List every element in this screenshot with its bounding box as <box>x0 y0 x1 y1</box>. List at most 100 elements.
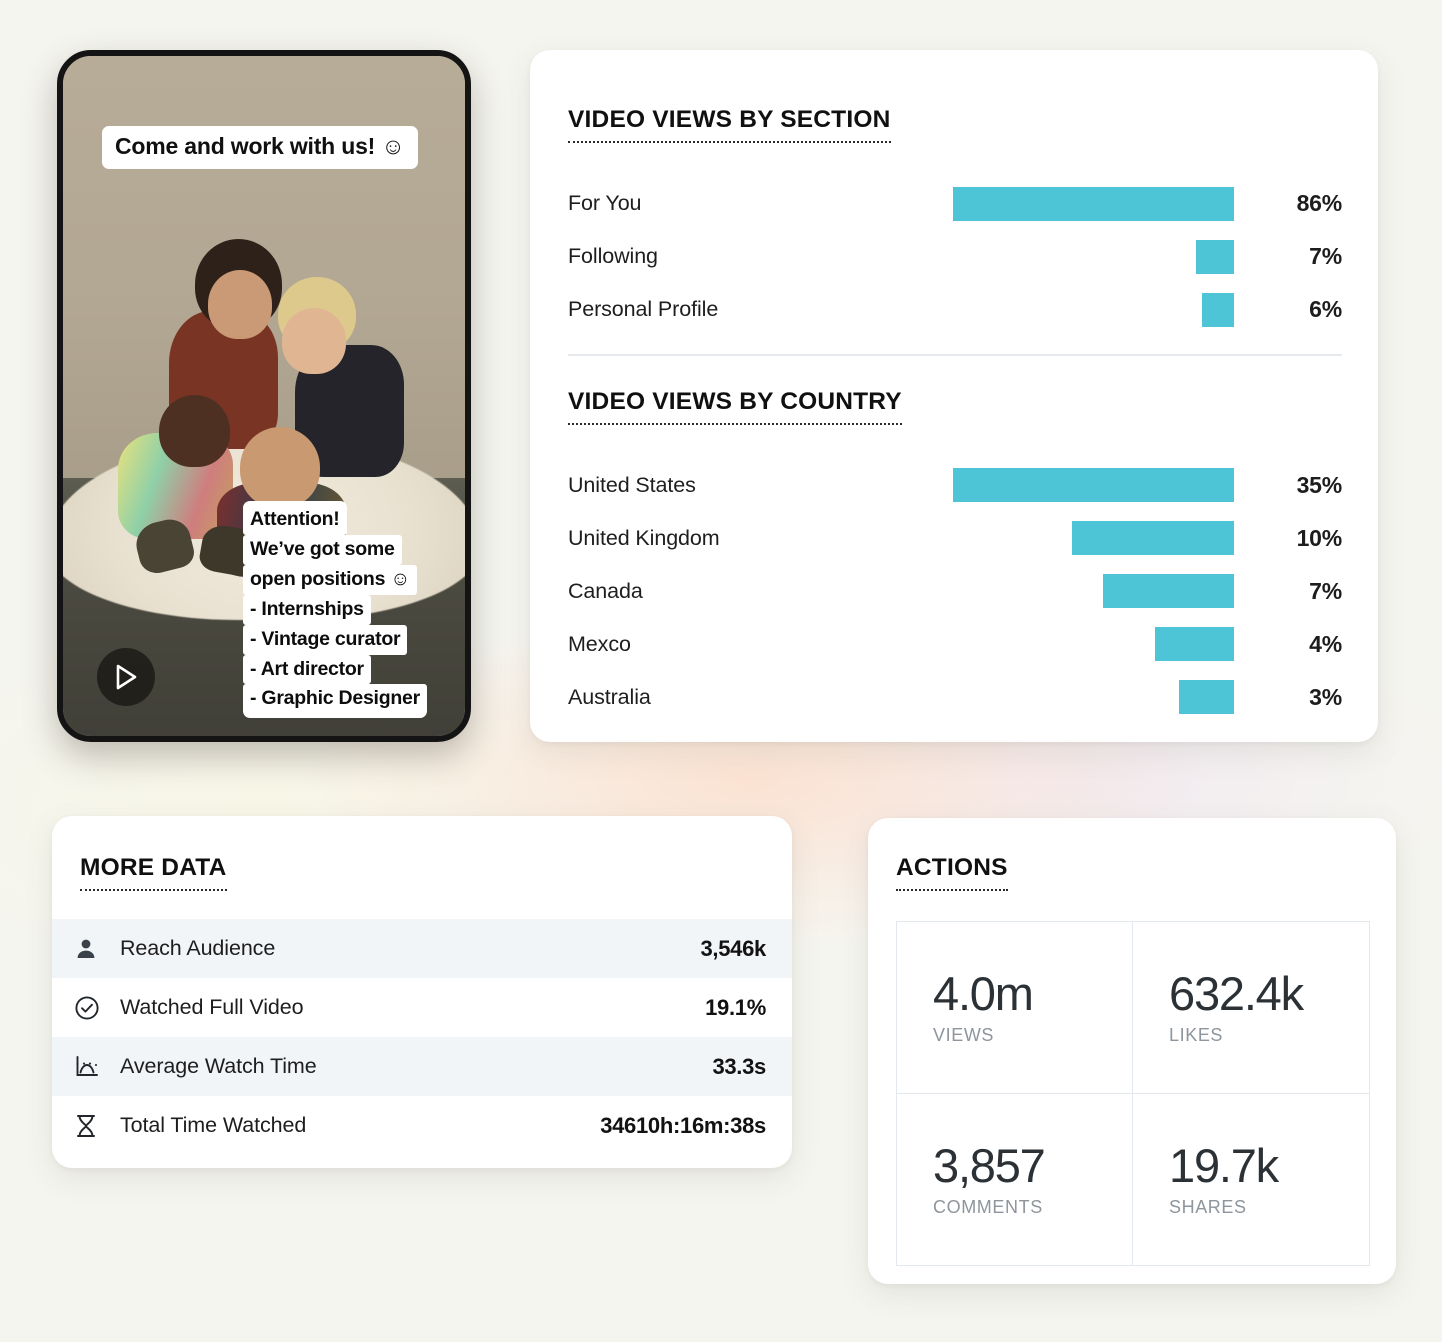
row-label: Watched Full Video <box>120 995 304 1019</box>
stat-value: 4.0m <box>933 966 1034 1020</box>
bar-fill <box>1202 292 1234 327</box>
stat-label: SHARES <box>1169 1196 1247 1217</box>
row-value: 33.3s <box>712 1053 766 1079</box>
actions-header: ACTIONS <box>868 854 1396 891</box>
bar-category-label: Personal Profile <box>568 297 719 321</box>
bar-category-label: Mexco <box>568 631 631 656</box>
hourglass-icon <box>74 1113 120 1139</box>
person-icon <box>74 937 120 961</box>
row-value: 19.1% <box>705 994 766 1020</box>
bar-track <box>641 186 1234 221</box>
bar-row: United States 35% <box>568 459 1342 512</box>
bar-category-label: For You <box>568 191 642 215</box>
bar-row: Following 7% <box>568 230 1342 283</box>
row-value: 34610h:16m:38s <box>600 1112 766 1138</box>
stat-value: 19.7k <box>1169 1138 1279 1192</box>
caption-line: - Art director <box>243 654 371 685</box>
bar-category-label: United Kingdom <box>568 525 720 550</box>
country-bar-list: United States 35% United Kingdom 10% Can… <box>568 459 1342 724</box>
more-data-list: Reach Audience 3,546k Watched Full Video… <box>52 919 792 1155</box>
bar-track <box>643 574 1234 608</box>
table-row[interactable]: Total Time Watched 34610h:16m:38s <box>52 1096 792 1155</box>
row-value: 3,546k <box>700 935 767 961</box>
more-data-header: MORE DATA <box>52 854 792 891</box>
bar-track <box>651 680 1234 714</box>
row-label: Average Watch Time <box>120 1054 317 1078</box>
person-four-face <box>239 426 321 509</box>
video-preview-phone[interactable]: Come and work with us! ☺ Attention! We’v… <box>57 50 471 742</box>
row-label: Reach Audience <box>120 936 276 960</box>
table-row[interactable]: Watched Full Video 19.1% <box>52 978 792 1037</box>
person-three-face <box>159 395 231 468</box>
person-two-face <box>281 307 346 374</box>
country-chart-title: VIDEO VIEWS BY COUNTRY <box>568 388 902 425</box>
section-bar-list: For You 86% Following 7% Personal Profil… <box>568 177 1342 336</box>
line-chart-icon <box>74 1054 120 1080</box>
caption-line: - Vintage curator <box>243 624 408 655</box>
bar-fill <box>1072 521 1234 555</box>
table-row[interactable]: Average Watch Time 33.3s <box>52 1037 792 1096</box>
bar-value-label: 86% <box>1296 190 1343 216</box>
bar-row: United Kingdom 10% <box>568 512 1342 565</box>
stat-label: VIEWS <box>933 1024 995 1045</box>
caption-line: - Internships <box>243 594 371 625</box>
video-views-card: VIDEO VIEWS BY SECTION For You 86% Follo… <box>530 50 1378 742</box>
table-row[interactable]: Reach Audience 3,546k <box>52 919 792 978</box>
stat-cell-likes[interactable]: 632.4k LIKES <box>1133 922 1369 1094</box>
bar-track <box>696 468 1234 502</box>
bar-value-label: 10% <box>1296 524 1343 551</box>
bar-fill <box>1196 239 1234 274</box>
bar-fill <box>1155 627 1234 661</box>
bar-category-label: Following <box>568 244 658 268</box>
bar-category-label: Canada <box>568 578 643 603</box>
check-circle-icon <box>74 995 120 1021</box>
bar-value-label: 4% <box>1309 630 1342 657</box>
bar-row: Mexco 4% <box>568 618 1342 671</box>
bar-fill <box>1103 574 1234 608</box>
stat-cell-comments[interactable]: 3,857 COMMENTS <box>897 1093 1133 1265</box>
stat-cell-shares[interactable]: 19.7k SHARES <box>1133 1094 1369 1266</box>
bar-track <box>720 521 1234 555</box>
actions-card: ACTIONS 4.0m VIEWS 632.4k LIKES 3,857 CO… <box>868 818 1396 1284</box>
bar-row: For You 86% <box>568 177 1342 230</box>
caption-line: We’ve got some <box>243 534 402 565</box>
caption-line: Attention! <box>243 501 347 535</box>
bar-value-label: 6% <box>1309 296 1342 322</box>
bar-row: Personal Profile 6% <box>568 283 1342 336</box>
caption-line: open positions ☺ <box>243 564 417 595</box>
bar-category-label: United States <box>568 472 696 497</box>
stat-value: 632.4k <box>1169 966 1304 1020</box>
video-title-sticker: Come and work with us! ☺ <box>102 126 418 169</box>
stat-value: 3,857 <box>933 1138 1046 1192</box>
bar-fill <box>953 468 1234 502</box>
video-caption-overlay: Attention! We’ve got some open positions… <box>243 501 443 719</box>
bar-category-label: Australia <box>568 684 651 709</box>
more-data-card: MORE DATA Reach Audience 3,546k Watched … <box>52 816 792 1168</box>
caption-line: - Graphic Designer <box>243 684 427 719</box>
photo-people-group <box>111 233 433 579</box>
actions-title: ACTIONS <box>896 854 1008 891</box>
actions-grid: 4.0m VIEWS 632.4k LIKES 3,857 COMMENTS 1… <box>896 921 1370 1266</box>
bar-track <box>631 627 1234 661</box>
bar-value-label: 7% <box>1309 577 1342 604</box>
bar-fill <box>1179 680 1234 714</box>
bar-value-label: 35% <box>1296 471 1343 498</box>
bar-value-label: 3% <box>1309 683 1342 710</box>
stat-label: LIKES <box>1169 1024 1224 1045</box>
video-views-by-section-section: VIDEO VIEWS BY SECTION For You 86% Follo… <box>568 106 1342 336</box>
bar-track <box>718 292 1234 327</box>
bar-track <box>658 239 1234 274</box>
more-data-title: MORE DATA <box>80 854 227 891</box>
section-divider <box>568 354 1342 356</box>
bar-row: Australia 3% <box>568 671 1342 724</box>
stat-cell-views[interactable]: 4.0m VIEWS <box>897 922 1133 1094</box>
play-icon <box>116 664 137 690</box>
row-label: Total Time Watched <box>120 1113 307 1137</box>
play-button[interactable] <box>97 648 155 706</box>
stat-label: COMMENTS <box>933 1196 1043 1217</box>
bar-row: Canada 7% <box>568 565 1342 618</box>
bar-fill <box>953 186 1234 221</box>
section-chart-title: VIDEO VIEWS BY SECTION <box>568 106 891 143</box>
bar-value-label: 7% <box>1309 243 1342 269</box>
person-one-face <box>207 270 273 340</box>
